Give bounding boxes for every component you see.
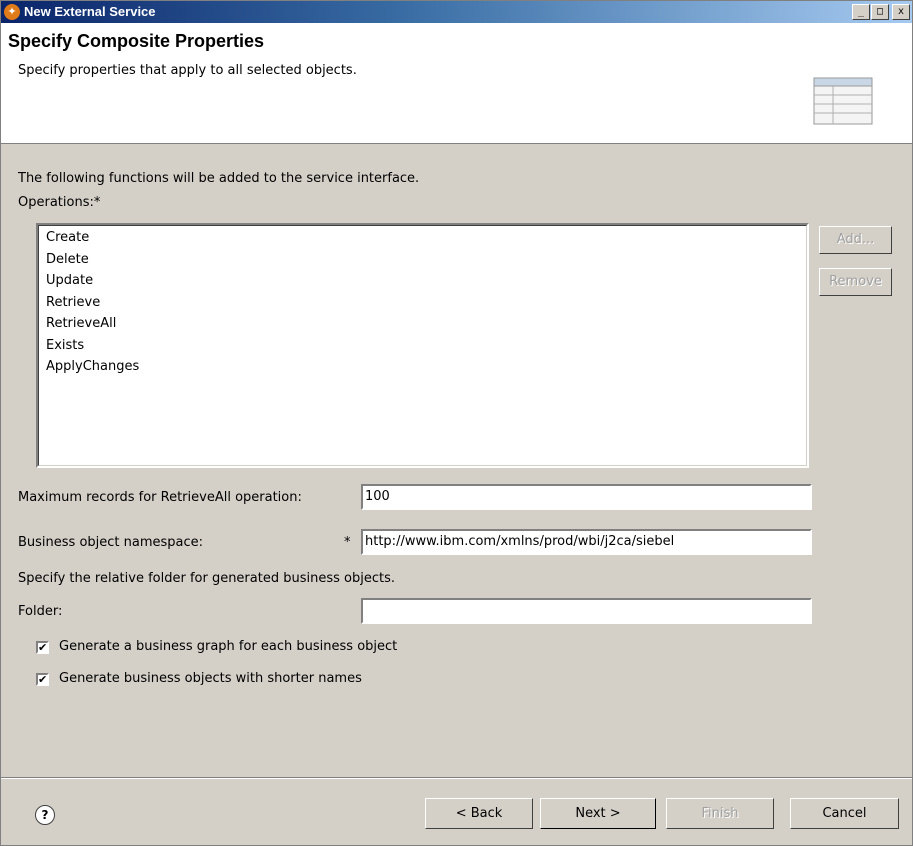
maximize-button[interactable]: □	[871, 4, 889, 20]
add-button[interactable]: Add...	[819, 226, 892, 254]
wizard-header: Specify Composite Properties Specify pro…	[1, 23, 912, 144]
business-graph-checkbox[interactable]: ✔	[36, 641, 49, 654]
operations-list-frame	[38, 225, 807, 466]
namespace-label: Business object namespace:	[18, 535, 204, 550]
app-icon: ✦	[4, 4, 20, 20]
list-item[interactable]: Retrieve	[46, 295, 100, 310]
intro-text: The following functions will be added to…	[18, 171, 420, 186]
finish-button[interactable]: Finish	[666, 798, 774, 829]
dialog-window: ✦ New External Service _ □ x Specify Com…	[0, 0, 913, 846]
folder-hint: Specify the relative folder for generate…	[18, 571, 395, 586]
max-records-label: Maximum records for RetrieveAll operatio…	[18, 490, 302, 505]
minimize-button[interactable]: _	[852, 4, 870, 20]
window-title: New External Service	[24, 4, 156, 19]
next-button[interactable]: Next >	[540, 798, 656, 829]
question-icon[interactable]: ?	[35, 805, 55, 825]
namespace-input[interactable]: http://www.ibm.com/xmlns/prod/wbi/j2ca/s…	[361, 529, 812, 555]
list-item[interactable]: ApplyChanges	[46, 359, 139, 374]
page-subtitle: Specify properties that apply to all sel…	[18, 63, 357, 78]
list-item[interactable]: Delete	[46, 252, 89, 267]
list-item[interactable]: Create	[46, 230, 89, 245]
page-title: Specify Composite Properties	[8, 31, 265, 51]
list-item[interactable]: Exists	[46, 338, 84, 353]
required-marker: *	[344, 535, 351, 550]
remove-button[interactable]: Remove	[819, 268, 892, 296]
list-item[interactable]: Update	[46, 273, 93, 288]
table-banner-icon	[813, 77, 873, 125]
cancel-button[interactable]: Cancel	[790, 798, 899, 829]
title-bar[interactable]: ✦ New External Service _ □ x	[1, 1, 912, 23]
shorter-names-label[interactable]: Generate business objects with shorter n…	[59, 671, 362, 686]
back-button[interactable]: < Back	[425, 798, 533, 829]
close-button[interactable]: x	[892, 4, 910, 20]
max-records-input[interactable]: 100	[361, 484, 812, 510]
list-item[interactable]: RetrieveAll	[46, 316, 116, 331]
operations-list[interactable]: Create Delete Update Retrieve RetrieveAl…	[36, 223, 809, 468]
folder-label: Folder:	[18, 604, 63, 619]
shorter-names-checkbox[interactable]: ✔	[36, 673, 49, 686]
operations-label: Operations:*	[18, 195, 101, 210]
folder-input[interactable]	[361, 598, 812, 624]
footer-separator	[1, 777, 912, 779]
business-graph-label[interactable]: Generate a business graph for each busin…	[59, 639, 397, 654]
